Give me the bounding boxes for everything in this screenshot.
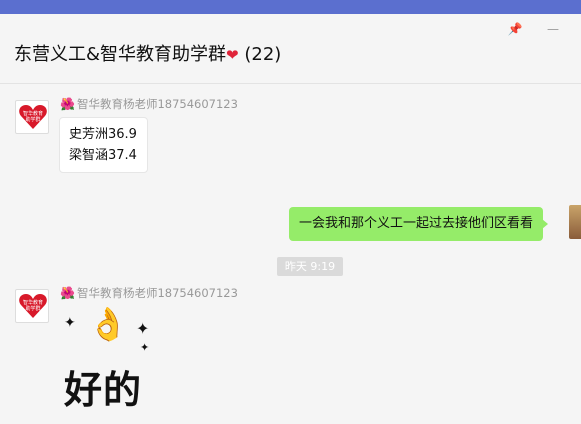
sender-avatar[interactable]: 智华教育助学群	[15, 100, 49, 134]
avatar-label: 智华教育助学群	[22, 300, 43, 312]
heart-emoji: ❤	[226, 46, 239, 64]
chat-title: 东营义工&智华教育助学群❤ (22)	[14, 40, 281, 66]
avatar-label: 智华教育助学群	[22, 111, 43, 123]
ok-hand-icon: 👌	[88, 305, 128, 343]
sender-avatar[interactable]: 智华教育助学群	[15, 289, 49, 323]
sender-name: 🌺 智华教育杨老师18754607123	[60, 285, 238, 301]
my-avatar[interactable]	[569, 205, 581, 239]
sender-name-text: 智华教育杨老师18754607123	[76, 97, 238, 111]
window-top-strip	[0, 0, 581, 14]
pin-icon[interactable]: 📌	[506, 20, 524, 38]
message-line: 梁智涵37.4	[69, 148, 137, 163]
message-text: 一会我和那个义工一起过去接他们区看看	[299, 216, 534, 231]
minimize-icon[interactable]: —	[544, 20, 562, 38]
sticker-text: 好的	[64, 368, 143, 412]
sticker-message[interactable]: ✦ 👌 ✦ ✦ 好的	[60, 305, 160, 415]
sender-name: 🌺 智华教育杨老师18754607123	[60, 96, 238, 112]
flower-emoji: 🌺	[60, 286, 75, 300]
timestamp-divider: 昨天 9:19	[277, 257, 343, 276]
member-count: (22)	[244, 44, 282, 65]
sparkle-icon: ✦	[140, 341, 150, 354]
message-line: 史芳洲36.9	[69, 127, 137, 142]
sparkle-icon: ✦	[136, 319, 150, 338]
sender-name-text: 智华教育杨老师18754607123	[76, 286, 238, 300]
chat-header: 📌 — 东营义工&智华教育助学群❤ (22)	[0, 14, 581, 84]
my-message-bubble[interactable]: 一会我和那个义工一起过去接他们区看看	[289, 207, 549, 241]
chat-title-text: 东营义工&智华教育助学群	[14, 44, 227, 65]
flower-emoji: 🌺	[60, 97, 75, 111]
message-bubble[interactable]: 史芳洲36.9 梁智涵37.4	[59, 117, 148, 173]
sparkle-icon: ✦	[64, 315, 76, 331]
